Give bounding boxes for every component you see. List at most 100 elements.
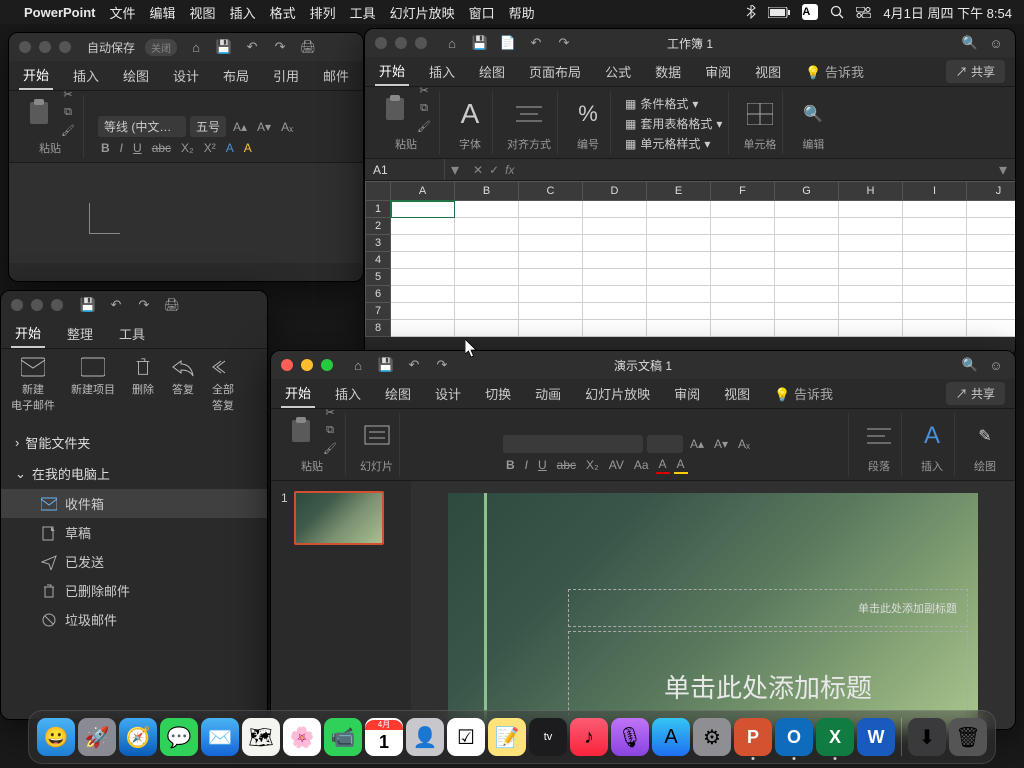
- cell[interactable]: [391, 269, 455, 286]
- cell[interactable]: [519, 201, 583, 218]
- cell[interactable]: [839, 252, 903, 269]
- copy-icon[interactable]: ⧉: [59, 104, 77, 120]
- subscript-button[interactable]: X₂: [583, 457, 602, 473]
- case-button[interactable]: Aa: [631, 457, 652, 473]
- slide-canvas[interactable]: 单击此处添加副标题 单击此处添加标题: [411, 481, 1015, 729]
- account-icon[interactable]: ☺: [987, 356, 1005, 374]
- print-icon[interactable]: 🖨: [163, 296, 181, 314]
- cell[interactable]: [903, 269, 967, 286]
- cell[interactable]: [455, 201, 519, 218]
- reply-all-button[interactable]: 全部 答复: [211, 357, 235, 413]
- titlebar[interactable]: 💾 ↶ ↷ 🖨: [1, 291, 267, 319]
- tab-insert[interactable]: 插入: [331, 380, 365, 407]
- format-painter-icon[interactable]: 🖌: [59, 122, 77, 138]
- cell[interactable]: [583, 235, 647, 252]
- minimize-button[interactable]: [301, 359, 313, 371]
- paste-icon[interactable]: [285, 412, 317, 448]
- dock-reminders[interactable]: ☑: [447, 718, 485, 756]
- bold-button[interactable]: B: [503, 457, 518, 473]
- tab-data[interactable]: 数据: [651, 58, 685, 85]
- tab-slideshow[interactable]: 幻灯片放映: [581, 380, 654, 407]
- cell[interactable]: [647, 235, 711, 252]
- shrink-icon[interactable]: A▾: [711, 436, 731, 452]
- delete-button[interactable]: 删除: [131, 357, 155, 413]
- cell[interactable]: [647, 218, 711, 235]
- cell[interactable]: [519, 303, 583, 320]
- home-icon[interactable]: ⌂: [187, 38, 205, 56]
- font-icon[interactable]: A: [454, 96, 486, 132]
- cell[interactable]: [391, 303, 455, 320]
- search-icon[interactable]: 🔍: [961, 356, 979, 374]
- format-painter-icon[interactable]: 🖌: [321, 440, 339, 456]
- cell[interactable]: [455, 286, 519, 303]
- redo-icon[interactable]: ↷: [433, 356, 451, 374]
- underline-button[interactable]: U: [130, 140, 145, 156]
- ime-icon[interactable]: A: [802, 4, 818, 20]
- cell[interactable]: [775, 201, 839, 218]
- slide-thumbnail[interactable]: 1: [281, 491, 401, 545]
- menu-edit[interactable]: 编辑: [150, 3, 176, 22]
- cell[interactable]: [711, 269, 775, 286]
- menu-help[interactable]: 帮助: [509, 3, 535, 22]
- tab-references[interactable]: 引用: [269, 62, 303, 89]
- share-button[interactable]: ↗ 共享: [946, 382, 1005, 405]
- tab-draw[interactable]: 绘图: [119, 62, 153, 89]
- titlebar[interactable]: ⌂ 💾 ↶ ↷ 演示文稿 1 🔍 ☺: [271, 351, 1015, 379]
- row-header[interactable]: 5: [365, 269, 391, 286]
- dock-finder[interactable]: 😀: [37, 718, 75, 756]
- undo-icon[interactable]: ↶: [405, 356, 423, 374]
- cell[interactable]: [967, 235, 1016, 252]
- cell[interactable]: [903, 201, 967, 218]
- shrink-icon[interactable]: A▾: [254, 119, 274, 135]
- tell-me[interactable]: 💡 告诉我: [770, 380, 837, 407]
- dock-maps[interactable]: 🗺: [242, 718, 280, 756]
- cell[interactable]: [903, 286, 967, 303]
- expand-icon[interactable]: ▾: [991, 160, 1015, 180]
- font-combo[interactable]: 等线 (中文…: [98, 116, 186, 137]
- dock-outlook[interactable]: O: [775, 718, 813, 756]
- cell[interactable]: [903, 252, 967, 269]
- cell[interactable]: [391, 201, 455, 218]
- tab-view[interactable]: 视图: [751, 58, 785, 85]
- save-icon[interactable]: 💾: [215, 38, 233, 56]
- cell[interactable]: [455, 303, 519, 320]
- col-header[interactable]: D: [583, 181, 647, 201]
- dock-trash[interactable]: 🗑: [949, 718, 987, 756]
- tab-view[interactable]: 视图: [720, 380, 754, 407]
- col-header[interactable]: C: [519, 181, 583, 201]
- dock-safari[interactable]: 🧭: [119, 718, 157, 756]
- save-icon[interactable]: 💾: [377, 356, 395, 374]
- percent-icon[interactable]: %: [572, 96, 604, 132]
- tab-layout[interactable]: 页面布局: [525, 58, 585, 85]
- cell[interactable]: [775, 252, 839, 269]
- tab-formulas[interactable]: 公式: [601, 58, 635, 85]
- cell[interactable]: [775, 218, 839, 235]
- cell[interactable]: [583, 201, 647, 218]
- subscript-button[interactable]: X₂: [178, 140, 197, 156]
- cell[interactable]: [519, 235, 583, 252]
- cell-styles-button[interactable]: ▦ 单元格样式 ▾: [625, 135, 722, 152]
- dock-appstore[interactable]: A: [652, 718, 690, 756]
- col-header[interactable]: B: [455, 181, 519, 201]
- tab-layout[interactable]: 布局: [219, 62, 253, 89]
- cell[interactable]: [647, 252, 711, 269]
- tab-draw[interactable]: 绘图: [475, 58, 509, 85]
- clear-fmt-icon[interactable]: Aₓ: [278, 119, 296, 135]
- menu-arrange[interactable]: 排列: [310, 3, 336, 22]
- deleted-folder[interactable]: 已删除邮件: [1, 576, 267, 605]
- cell[interactable]: [455, 320, 519, 337]
- save-icon[interactable]: 💾: [79, 296, 97, 314]
- cell[interactable]: [583, 218, 647, 235]
- menu-format[interactable]: 格式: [270, 3, 296, 22]
- home-icon[interactable]: ⌂: [349, 356, 367, 374]
- tell-me[interactable]: 💡 告诉我: [801, 58, 868, 85]
- inbox-folder[interactable]: 收件箱: [1, 489, 267, 518]
- strike-button[interactable]: abc: [554, 457, 579, 473]
- bold-button[interactable]: B: [98, 140, 113, 156]
- row-header[interactable]: 1: [365, 201, 391, 218]
- new-slide-icon[interactable]: [361, 418, 393, 454]
- cell[interactable]: [903, 303, 967, 320]
- col-header[interactable]: H: [839, 181, 903, 201]
- junk-folder[interactable]: 垃圾邮件: [1, 605, 267, 634]
- cell[interactable]: [647, 201, 711, 218]
